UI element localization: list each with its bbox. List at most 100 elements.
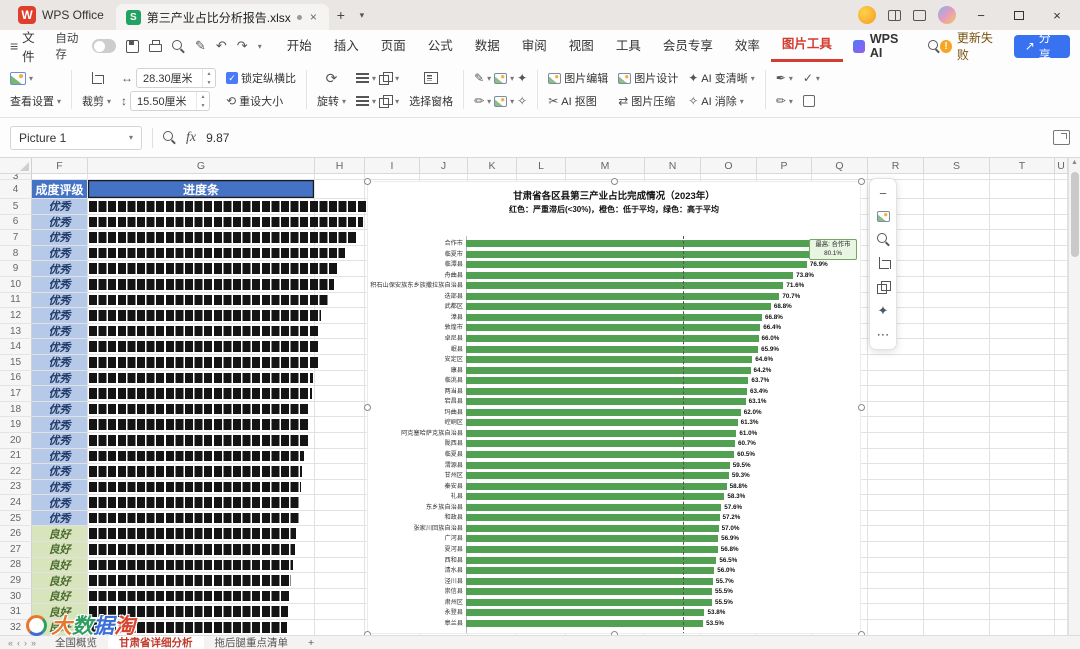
cell-G26[interactable]: [88, 526, 315, 543]
row-header-15[interactable]: 15: [0, 354, 32, 371]
menu-item-2[interactable]: 页面: [370, 30, 417, 62]
column-header-F[interactable]: F: [32, 158, 88, 173]
cell-T11[interactable]: [990, 292, 1055, 309]
cell-S6[interactable]: [924, 214, 990, 231]
cell-F29[interactable]: 良好: [32, 573, 88, 589]
cell-R24[interactable]: [868, 495, 924, 511]
cell-R31[interactable]: [868, 604, 924, 621]
cell-U15[interactable]: [1055, 354, 1068, 371]
row-header-24[interactable]: 24: [0, 495, 32, 511]
cell-R21[interactable]: [868, 448, 924, 465]
cell-H27[interactable]: [315, 542, 365, 558]
cell-R32[interactable]: [868, 620, 924, 635]
cell-H14[interactable]: [315, 339, 365, 355]
lock-aspect-checkbox[interactable]: ✓ 锁定纵横比: [226, 67, 296, 89]
print-icon[interactable]: [148, 40, 162, 52]
cell-G5[interactable]: [88, 199, 367, 215]
cell-T24[interactable]: [990, 495, 1055, 511]
cell-H32[interactable]: [315, 620, 365, 635]
cell-U17[interactable]: [1055, 386, 1068, 402]
selection-handle-top-left[interactable]: [363, 177, 371, 185]
cell-S20[interactable]: [924, 432, 990, 449]
column-header-L[interactable]: L: [517, 158, 566, 173]
cell-S30[interactable]: [924, 588, 990, 605]
ai-erase-button[interactable]: ✧ AI 消除 ▾: [688, 90, 755, 112]
row-header-23[interactable]: 23: [0, 479, 32, 496]
first-sheet-icon[interactable]: «: [8, 638, 13, 648]
menu-item-5[interactable]: 审阅: [511, 30, 558, 62]
cell-H20[interactable]: [315, 432, 365, 449]
column-header-J[interactable]: J: [420, 158, 468, 173]
quick-access-chevron-icon[interactable]: ▾: [258, 42, 262, 51]
cell-G16[interactable]: [88, 370, 315, 387]
cell-S8[interactable]: [924, 245, 990, 262]
ai-image-icon[interactable]: ✦: [878, 304, 889, 317]
sparkle-icon[interactable]: ✧: [517, 94, 527, 108]
image-compress-button[interactable]: ⇄ 图片压缩: [618, 90, 678, 112]
cell-G4[interactable]: 进度条: [88, 180, 315, 199]
cell-U28[interactable]: [1055, 557, 1068, 574]
reset-size-button[interactable]: ⟲ 重设大小: [226, 90, 296, 112]
cell-R22[interactable]: [868, 464, 924, 480]
bring-forward-icon[interactable]: [379, 72, 394, 85]
menu-item-6[interactable]: 视图: [558, 30, 605, 62]
cell-S17[interactable]: [924, 386, 990, 402]
cell-F15[interactable]: 优秀: [32, 354, 88, 371]
cell-G25[interactable]: [88, 510, 315, 527]
row-header-18[interactable]: 18: [0, 401, 32, 418]
grid-tool-icon[interactable]: [802, 95, 815, 107]
cell-T6[interactable]: [990, 214, 1055, 231]
cell-S19[interactable]: [924, 417, 990, 433]
selection-handle-bottom-left[interactable]: [363, 630, 371, 635]
cell-F23[interactable]: 优秀: [32, 479, 88, 496]
cell-U7[interactable]: [1055, 230, 1068, 246]
cell-T32[interactable]: [990, 620, 1055, 635]
name-box[interactable]: Picture 1 ▾: [10, 125, 142, 150]
cell-U24[interactable]: [1055, 495, 1068, 511]
cell-H16[interactable]: [315, 370, 365, 387]
cell-G24[interactable]: [88, 495, 315, 511]
row-header-29[interactable]: 29: [0, 573, 32, 589]
menu-item-8[interactable]: 会员专享: [652, 30, 724, 62]
row-header-5[interactable]: 5: [0, 199, 32, 215]
cell-T23[interactable]: [990, 479, 1055, 496]
cell-G10[interactable]: [88, 276, 335, 293]
width-up-icon[interactable]: ▲: [203, 69, 215, 78]
cell-G27[interactable]: [88, 542, 315, 558]
cell-F4[interactable]: 成度评级: [32, 180, 88, 199]
save-icon[interactable]: [125, 39, 139, 53]
cell-T19[interactable]: [990, 417, 1055, 433]
formula-value[interactable]: 9.87: [206, 131, 229, 145]
effects-icon[interactable]: ✦: [517, 71, 527, 85]
cell-S21[interactable]: [924, 448, 990, 465]
cell-F18[interactable]: 优秀: [32, 401, 88, 418]
cell-U13[interactable]: [1055, 323, 1068, 340]
rotate-button[interactable]: 旋转 ▾: [317, 90, 346, 112]
cell-S28[interactable]: [924, 557, 990, 574]
cell-G8[interactable]: [88, 245, 346, 262]
column-header-H[interactable]: H: [315, 158, 365, 173]
cell-F7[interactable]: 优秀: [32, 230, 88, 246]
cell-U30[interactable]: [1055, 588, 1068, 605]
cell-F9[interactable]: 优秀: [32, 261, 88, 277]
row-header-6[interactable]: 6: [0, 214, 32, 231]
cell-F19[interactable]: 优秀: [32, 417, 88, 433]
undo-icon[interactable]: ↶: [216, 38, 227, 54]
picture-outline-icon[interactable]: ✎: [474, 71, 484, 85]
cell-T15[interactable]: [990, 354, 1055, 371]
cell-F24[interactable]: 优秀: [32, 495, 88, 511]
skin-icon[interactable]: [913, 9, 926, 21]
row-header-9[interactable]: 9: [0, 261, 32, 277]
cell-U18[interactable]: [1055, 401, 1068, 418]
width-down-icon[interactable]: ▼: [203, 78, 215, 87]
app-tab[interactable]: W WPS Office: [6, 0, 116, 30]
cell-S29[interactable]: [924, 573, 990, 589]
cell-R26[interactable]: [868, 526, 924, 543]
cell-U32[interactable]: [1055, 620, 1068, 635]
cell-G30[interactable]: [88, 588, 315, 605]
picture-style-icon[interactable]: [494, 72, 508, 84]
cell-F22[interactable]: 优秀: [32, 464, 88, 480]
cell-G29[interactable]: [88, 573, 315, 589]
cell-G12[interactable]: [88, 308, 321, 324]
cell-G21[interactable]: [88, 448, 315, 465]
